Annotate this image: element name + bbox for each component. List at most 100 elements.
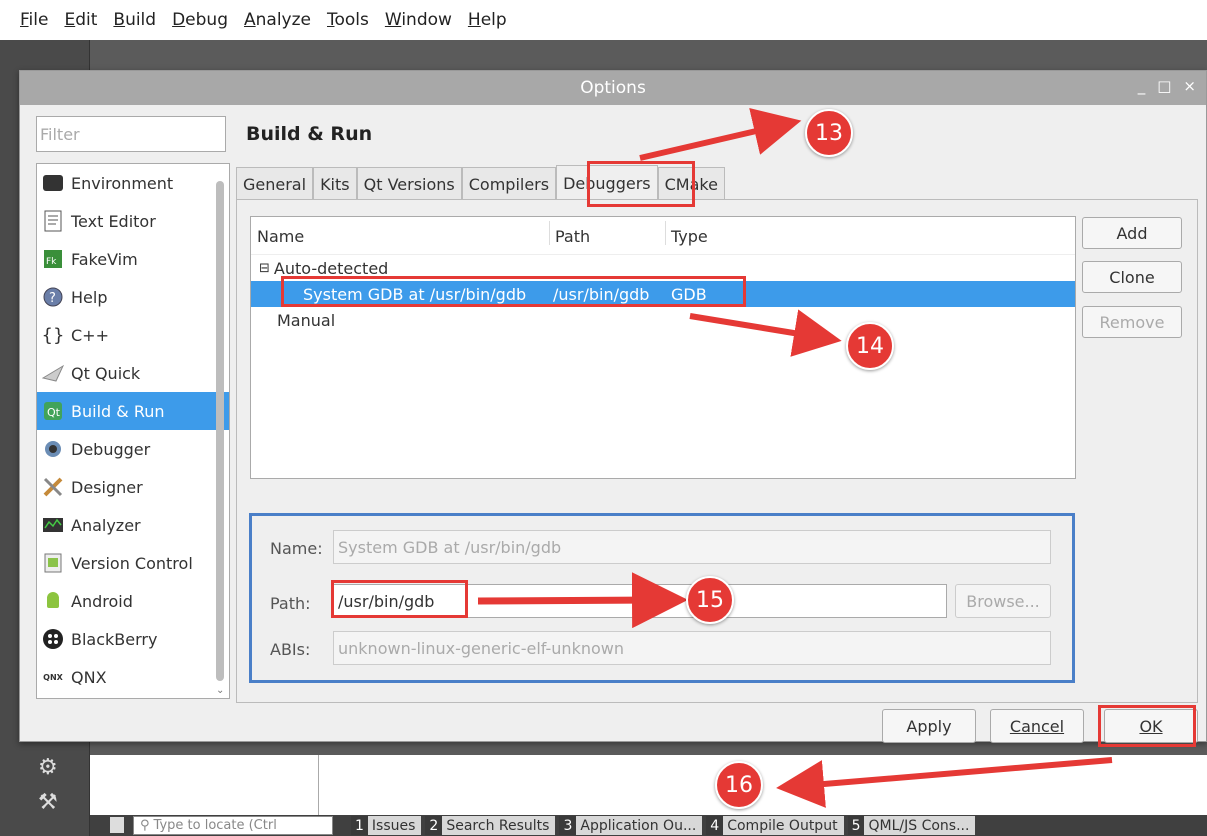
debug-mode-icon[interactable]: ⚙: [38, 755, 58, 780]
tab-qt-versions[interactable]: Qt Versions: [356, 167, 462, 201]
debugger-details: Name: System GDB at /usr/bin/gdb Path: /…: [250, 486, 1076, 686]
output-tab-number: 3: [559, 816, 577, 835]
category-environment[interactable]: Environment: [37, 164, 229, 202]
step-badge-14: 14: [846, 322, 894, 370]
tab-general[interactable]: General: [236, 167, 314, 201]
group-label: Manual: [277, 310, 336, 330]
column-name[interactable]: Name: [257, 227, 304, 246]
column-path[interactable]: Path: [555, 227, 590, 246]
step-badge-16: 16: [715, 761, 763, 809]
category-text-editor[interactable]: Text Editor: [37, 202, 229, 240]
output-tab-search-results[interactable]: 2 Search Results: [425, 816, 556, 835]
remove-button[interactable]: Remove: [1082, 306, 1182, 338]
category-label: FakeVim: [71, 249, 138, 269]
category-debugger[interactable]: Debugger: [37, 430, 229, 468]
category-analyzer[interactable]: Analyzer: [37, 506, 229, 544]
locator-input[interactable]: ⚲ Type to locate (Ctrl: [133, 816, 333, 835]
cancel-button[interactable]: Cancel: [990, 709, 1084, 743]
apply-button[interactable]: Apply: [882, 709, 976, 743]
group-label: Auto-detected: [273, 258, 389, 278]
build-hammer-icon[interactable]: ⚒: [38, 790, 58, 815]
paper-plane-icon: [41, 361, 65, 385]
output-tab-application-output[interactable]: 3 Application Ou...: [559, 816, 703, 835]
menu-window[interactable]: Window: [385, 10, 452, 30]
chevron-down-icon[interactable]: ⌄: [216, 685, 224, 696]
svg-text:Qt: Qt: [47, 406, 61, 419]
svg-text:Fk: Fk: [46, 257, 57, 267]
options-dialog: Options _ □ × Filter Environment Text Ed…: [19, 70, 1207, 743]
category-designer[interactable]: Designer: [37, 468, 229, 506]
category-qnx[interactable]: QNX QNX: [37, 658, 229, 696]
tab-debuggers[interactable]: Debuggers: [556, 165, 658, 201]
category-label: Environment: [71, 173, 174, 193]
category-scrollbar[interactable]: [216, 181, 224, 681]
browse-button[interactable]: Browse...: [955, 584, 1051, 618]
row-type: GDB: [671, 284, 707, 304]
help-icon: ?: [41, 285, 65, 309]
minimize-icon[interactable]: _: [1138, 77, 1146, 95]
add-button[interactable]: Add: [1082, 217, 1182, 249]
output-tab-qml-console[interactable]: 5 QML/JS Cons...: [847, 816, 976, 835]
clone-button[interactable]: Clone: [1082, 261, 1182, 293]
category-fakevim[interactable]: Fk FakeVim: [37, 240, 229, 278]
menu-build[interactable]: Build: [113, 10, 156, 30]
tab-kits[interactable]: Kits: [313, 167, 357, 201]
tree-group-manual[interactable]: Manual: [251, 307, 1075, 333]
menu-file[interactable]: File: [20, 10, 48, 30]
category-blackberry[interactable]: BlackBerry: [37, 620, 229, 658]
output-tab-issues[interactable]: 1 Issues: [351, 816, 422, 835]
toggle-sidebar-icon[interactable]: [110, 817, 124, 833]
text-editor-icon: [41, 209, 65, 233]
column-divider: [665, 221, 666, 245]
tab-compilers[interactable]: Compilers: [461, 167, 557, 201]
maximize-icon[interactable]: □: [1157, 77, 1171, 95]
abis-label: ABIs:: [270, 640, 311, 659]
name-field[interactable]: System GDB at /usr/bin/gdb: [333, 530, 1051, 564]
category-label: Analyzer: [71, 515, 141, 535]
category-label: QNX: [71, 667, 107, 687]
fakevim-icon: Fk: [41, 247, 65, 271]
output-tab-compile-output[interactable]: 4 Compile Output: [706, 816, 844, 835]
status-bar: ⚲ Type to locate (Ctrl 1 Issues 2 Search R…: [90, 815, 1207, 836]
name-label: Name:: [270, 539, 323, 558]
search-icon: ⚲: [140, 818, 150, 833]
table-row[interactable]: System GDB at /usr/bin/gdb /usr/bin/gdb …: [251, 281, 1075, 307]
designer-icon: [41, 475, 65, 499]
tab-cmake[interactable]: CMake: [657, 167, 725, 201]
output-tab-number: 4: [706, 816, 724, 835]
qnx-icon: QNX: [43, 672, 63, 682]
debugger-tree: Name Path Type ⊟ Auto-detected System GD…: [250, 216, 1076, 479]
category-label: Debugger: [71, 439, 151, 459]
close-icon[interactable]: ×: [1183, 77, 1196, 95]
menu-debug[interactable]: Debug: [172, 10, 228, 30]
category-build-run[interactable]: Qt Build & Run: [37, 392, 229, 430]
category-android[interactable]: Android: [37, 582, 229, 620]
version-control-icon: [41, 551, 65, 575]
output-tab-number: 5: [847, 816, 865, 835]
category-label: Text Editor: [71, 211, 156, 231]
filter-input[interactable]: Filter: [36, 116, 226, 152]
category-help[interactable]: ? Help: [37, 278, 229, 316]
category-version-control[interactable]: Version Control: [37, 544, 229, 582]
tree-group-auto-detected[interactable]: ⊟ Auto-detected: [251, 255, 1075, 281]
category-qt-quick[interactable]: Qt Quick: [37, 354, 229, 392]
menu-tools[interactable]: Tools: [327, 10, 369, 30]
menu-edit[interactable]: Edit: [64, 10, 97, 30]
output-tab-label: Application Ou...: [580, 817, 697, 834]
category-cpp[interactable]: {} C++: [37, 316, 229, 354]
category-list: Environment Text Editor Fk FakeVim ? Help …: [36, 163, 230, 699]
build-run-icon: Qt: [41, 399, 65, 423]
menu-analyze[interactable]: Analyze: [244, 10, 311, 30]
collapse-icon[interactable]: ⊟: [259, 261, 270, 276]
window-controls: _ □ ×: [1138, 77, 1196, 95]
menu-help[interactable]: Help: [468, 10, 507, 30]
menubar: File Edit Build Debug Analyze Tools Wind…: [0, 0, 1207, 40]
android-icon: [41, 589, 65, 613]
column-type[interactable]: Type: [671, 227, 708, 246]
monitor-icon: [41, 171, 65, 195]
column-divider: [549, 221, 550, 245]
ok-button[interactable]: OK: [1104, 709, 1198, 743]
path-field[interactable]: /usr/bin/gdb: [333, 584, 947, 618]
output-tab-label: Compile Output: [727, 817, 838, 834]
abis-field[interactable]: unknown-linux-generic-elf-unknown: [333, 631, 1051, 665]
